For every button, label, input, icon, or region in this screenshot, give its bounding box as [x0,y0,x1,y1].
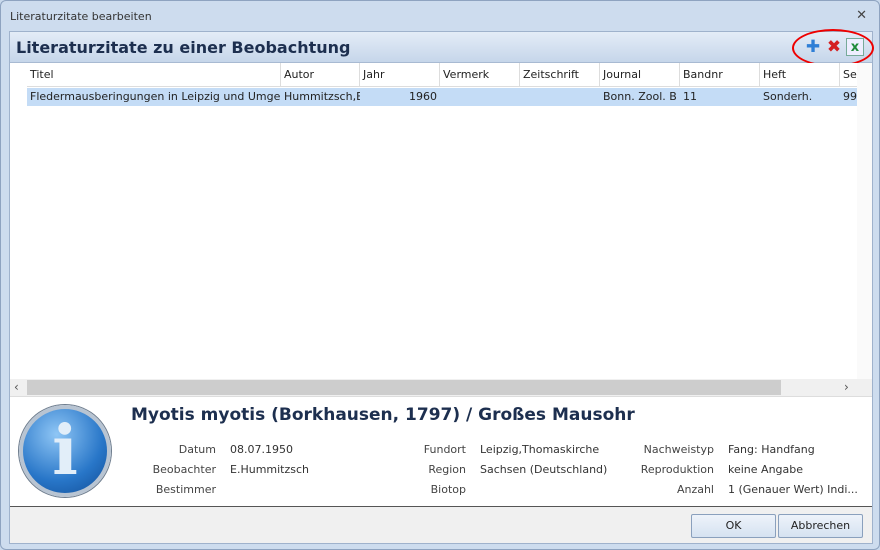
value-datum: 08.07.1950 [230,443,293,456]
section-title: Literaturzitate zu einer Beobachtung [16,38,351,57]
cell-heft: Sonderh. [763,90,813,103]
label-reproduktion: Reproduktion [640,463,714,476]
column-header-jahr[interactable]: Jahr [360,63,440,87]
value-nachweistyp: Fang: Handfang [728,443,815,456]
vertical-scrollbar[interactable] [857,63,872,379]
value-anzahl: 1 (Genauer Wert) Indi... [728,483,858,496]
observation-info: i Myotis myotis (Borkhausen, 1797) / Gro… [10,396,872,506]
value-beobachter: E.Hummitzsch [230,463,310,476]
column-header-titel[interactable]: Titel [27,63,281,87]
cell-titel: Fledermausberingungen in Leipzig und Umg… [30,90,281,103]
excel-export-icon[interactable]: x [846,38,864,56]
column-header-heft[interactable]: Heft [760,63,840,87]
window-title: Literaturzitate bearbeiten [10,10,152,23]
label-nachweistyp: Nachweistyp [643,443,714,456]
ok-button[interactable]: OK [691,514,776,538]
column-header-zeitschrift[interactable]: Zeitschrift [520,63,600,87]
cell-seite: 99 [843,90,857,103]
cell-jahr: 1960 [409,90,437,103]
column-header-autor[interactable]: Autor [281,63,360,87]
label-region: Region [428,463,466,476]
cell-journal: Bonn. Zool. B [603,90,677,103]
label-beobachter: Beobachter [152,463,216,476]
toolbar: ✚ ✖ x [804,38,864,56]
info-icon: i [19,405,111,497]
scroll-left-icon[interactable]: ‹ [14,380,19,394]
column-header-bandnr[interactable]: Bandnr [680,63,760,87]
column-header-seite[interactable]: Se [840,63,857,87]
close-icon[interactable]: ✕ [856,8,867,23]
label-biotop: Biotop [430,483,466,496]
cancel-button[interactable]: Abbrechen [778,514,863,538]
add-icon[interactable]: ✚ [804,38,822,56]
label-fundort: Fundort [423,443,466,456]
horizontal-scrollbar[interactable]: ‹ › [10,379,872,396]
section-header: Literaturzitate zu einer Beobachtung ✚ ✖… [10,29,874,67]
cell-vermerk [440,88,520,106]
grid-header: Titel Autor Jahr Vermerk Zeitschrift Jou… [27,63,857,87]
value-reproduktion: keine Angabe [728,463,804,476]
delete-icon[interactable]: ✖ [825,38,843,56]
cell-zeitschrift [520,88,600,106]
value-region: Sachsen (Deutschland) [480,463,608,476]
citations-grid: Titel Autor Jahr Vermerk Zeitschrift Jou… [10,63,872,396]
label-datum: Datum [178,443,216,456]
scroll-thumb[interactable] [27,380,781,395]
dialog-client: Literaturzitate zu einer Beobachtung ✚ ✖… [9,29,874,544]
label-bestimmer: Bestimmer [155,483,216,496]
table-row[interactable]: Fledermausberingungen in Leipzig und Umg… [27,88,857,106]
column-header-journal[interactable]: Journal [600,63,680,87]
dialog-footer: OK Abbrechen [10,506,872,543]
dialog-window: Literaturzitate bearbeiten ✕ Literaturzi… [0,0,880,550]
value-fundort: Leipzig,Thomaskirche [480,443,600,456]
cell-bandnr: 11 [683,90,697,103]
cell-autor: Hummitzsch,E [284,90,360,103]
scroll-right-icon[interactable]: › [844,380,849,394]
column-header-vermerk[interactable]: Vermerk [440,63,520,87]
label-anzahl: Anzahl [676,483,714,496]
species-title: Myotis myotis (Borkhausen, 1797) / Große… [131,405,635,425]
